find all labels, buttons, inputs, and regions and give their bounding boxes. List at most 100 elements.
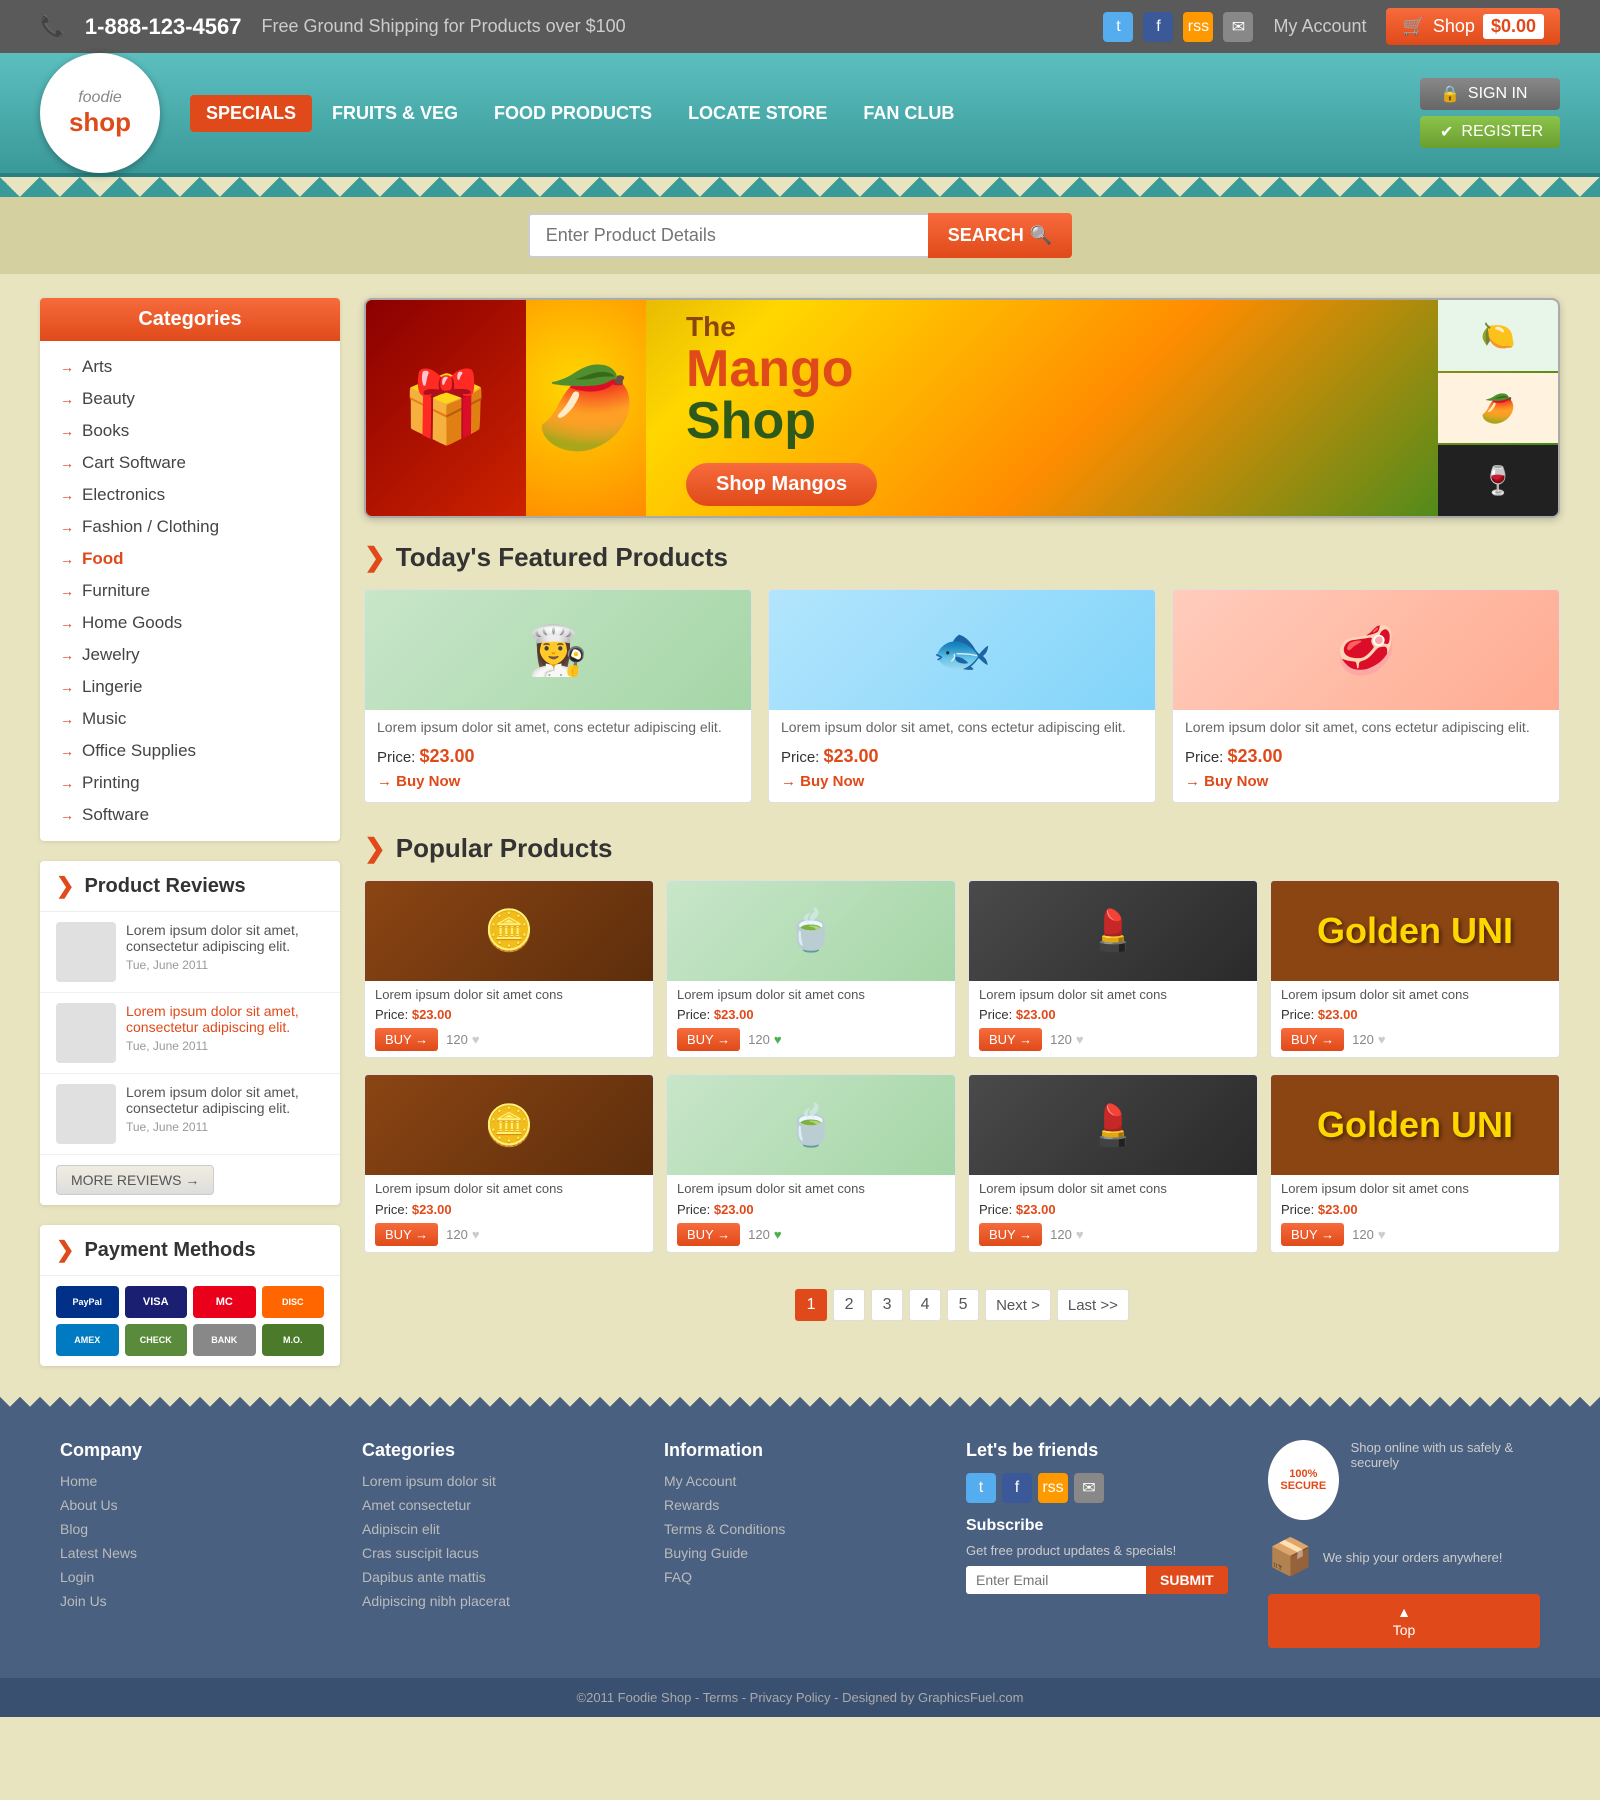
back-to-top-button[interactable]: ▲ Top bbox=[1268, 1594, 1540, 1648]
cat-printing[interactable]: → Printing bbox=[40, 767, 340, 799]
pop-actions-5: BUY → 120 ♥ bbox=[365, 1219, 653, 1252]
subscribe-desc: Get free product updates & specials! bbox=[966, 1543, 1238, 1558]
hero-shop-button[interactable]: Shop Mangos bbox=[686, 463, 877, 506]
nav-specials[interactable]: SPECIALS bbox=[190, 95, 312, 132]
pop-price-7: Price: $23.00 bbox=[969, 1200, 1257, 1219]
cart-button[interactable]: 🛒 Shop $0.00 bbox=[1386, 8, 1560, 45]
my-account-link[interactable]: My Account bbox=[1273, 16, 1366, 37]
footer-email[interactable]: ✉ bbox=[1074, 1473, 1104, 1503]
footer-secure-col: 100% SECURE Shop online with us safely &… bbox=[1268, 1440, 1540, 1648]
cat-fashion[interactable]: → Fashion / Clothing bbox=[40, 511, 340, 543]
pop-desc-7: Lorem ipsum dolor sit amet cons bbox=[969, 1175, 1257, 1200]
footer-buying[interactable]: Buying Guide bbox=[664, 1545, 748, 1561]
cat-software[interactable]: → Software bbox=[40, 799, 340, 831]
pop-buy-1[interactable]: BUY → bbox=[375, 1028, 438, 1051]
footer-cat-6: Adipiscing nibh placerat bbox=[362, 1593, 510, 1609]
pop-buy-5[interactable]: BUY → bbox=[375, 1223, 438, 1246]
payment-title: Payment Methods bbox=[84, 1239, 255, 1262]
cat-books[interactable]: → Books bbox=[40, 415, 340, 447]
pop-desc-6: Lorem ipsum dolor sit amet cons bbox=[667, 1175, 955, 1200]
footer-about[interactable]: About Us bbox=[60, 1497, 118, 1513]
footer-login[interactable]: Login bbox=[60, 1569, 94, 1585]
rss-icon[interactable]: rss bbox=[1183, 12, 1213, 42]
nav-fruits[interactable]: FRUITS & VEG bbox=[316, 95, 474, 132]
cat-office-supplies[interactable]: → Office Supplies bbox=[40, 735, 340, 767]
nav-locate[interactable]: LOCATE STORE bbox=[672, 95, 843, 132]
pop-buy-3[interactable]: BUY → bbox=[979, 1028, 1042, 1051]
featured-product-2: 🐟 Lorem ipsum dolor sit amet, cons ectet… bbox=[768, 589, 1156, 803]
featured-desc-1: Lorem ipsum dolor sit amet, cons ectetur… bbox=[365, 710, 751, 742]
cat-furniture[interactable]: → Furniture bbox=[40, 575, 340, 607]
register-button[interactable]: ✔ REGISTER bbox=[1420, 116, 1560, 148]
main-nav: SPECIALS FRUITS & VEG FOOD PRODUCTS LOCA… bbox=[190, 95, 1420, 132]
twitter-icon[interactable]: t bbox=[1103, 12, 1133, 42]
pop-img-8: Golden UNI bbox=[1271, 1075, 1559, 1175]
cat-lingerie[interactable]: → Lingerie bbox=[40, 671, 340, 703]
hero-mango: 🥭 bbox=[526, 300, 646, 516]
subscribe-email-input[interactable] bbox=[966, 1566, 1146, 1594]
heart-2: ♥ bbox=[774, 1032, 782, 1047]
footer-faq[interactable]: FAQ bbox=[664, 1569, 692, 1585]
cat-electronics[interactable]: → Electronics bbox=[40, 479, 340, 511]
pop-buy-7[interactable]: BUY → bbox=[979, 1223, 1042, 1246]
cat-music[interactable]: → Music bbox=[40, 703, 340, 735]
sign-in-button[interactable]: 🔒 SIGN IN bbox=[1420, 78, 1560, 110]
popular-product-3: 💄 Lorem ipsum dolor sit amet cons Price:… bbox=[968, 880, 1258, 1059]
featured-buy-3[interactable]: → Buy Now bbox=[1173, 771, 1559, 792]
footer-facebook[interactable]: f bbox=[1002, 1473, 1032, 1503]
categories-title: Categories bbox=[40, 298, 340, 341]
featured-buy-2[interactable]: → Buy Now bbox=[769, 771, 1155, 792]
page-5[interactable]: 5 bbox=[947, 1289, 979, 1321]
pop-buy-8[interactable]: BUY → bbox=[1281, 1223, 1344, 1246]
footer-news[interactable]: Latest News bbox=[60, 1545, 137, 1561]
pop-buy-6[interactable]: BUY → bbox=[677, 1223, 740, 1246]
footer-twitter[interactable]: t bbox=[966, 1473, 996, 1503]
sidebar: Categories → Arts → Beauty → Books → Car… bbox=[40, 298, 340, 1366]
footer-blog[interactable]: Blog bbox=[60, 1521, 88, 1537]
ship-icon: 📦 bbox=[1268, 1536, 1313, 1578]
pop-buy-2[interactable]: BUY → bbox=[677, 1028, 740, 1051]
search-button[interactable]: SEARCH 🔍 bbox=[928, 213, 1072, 258]
featured-price-2: Price: $23.00 bbox=[769, 742, 1155, 771]
paypal-icon: PayPal bbox=[56, 1286, 119, 1318]
facebook-icon[interactable]: f bbox=[1143, 12, 1173, 42]
hero-thumb-1: 🍋 bbox=[1438, 300, 1558, 371]
footer-terms[interactable]: Terms & Conditions bbox=[664, 1521, 785, 1537]
page-next[interactable]: Next > bbox=[985, 1289, 1051, 1321]
featured-price-3: Price: $23.00 bbox=[1173, 742, 1559, 771]
email-icon[interactable]: ✉ bbox=[1223, 12, 1253, 42]
footer-rewards[interactable]: Rewards bbox=[664, 1497, 719, 1513]
pop-actions-4: BUY → 120 ♥ bbox=[1271, 1024, 1559, 1057]
cat-jewelry[interactable]: → Jewelry bbox=[40, 639, 340, 671]
page-2[interactable]: 2 bbox=[833, 1289, 865, 1321]
featured-buy-1[interactable]: → Buy Now bbox=[365, 771, 751, 792]
cat-arts[interactable]: → Arts bbox=[40, 351, 340, 383]
logo[interactable]: foodie shop bbox=[40, 53, 160, 173]
cat-cart-software[interactable]: → Cart Software bbox=[40, 447, 340, 479]
ship-text: We ship your orders anywhere! bbox=[1323, 1550, 1503, 1565]
footer-rss[interactable]: rss bbox=[1038, 1473, 1068, 1503]
more-reviews-button[interactable]: MORE REVIEWS → bbox=[56, 1165, 214, 1195]
featured-img-3: 🥩 bbox=[1173, 590, 1559, 710]
search-input[interactable] bbox=[528, 213, 928, 258]
nav-food[interactable]: FOOD PRODUCTS bbox=[478, 95, 668, 132]
bank-icon: BANK bbox=[193, 1324, 256, 1356]
footer-home[interactable]: Home bbox=[60, 1473, 97, 1489]
cat-beauty[interactable]: → Beauty bbox=[40, 383, 340, 415]
subscribe-button[interactable]: SUBMIT bbox=[1146, 1566, 1228, 1594]
ship-info: 📦 We ship your orders anywhere! bbox=[1268, 1536, 1540, 1578]
pop-buy-4[interactable]: BUY → bbox=[1281, 1028, 1344, 1051]
cat-home-goods[interactable]: → Home Goods bbox=[40, 607, 340, 639]
footer-join[interactable]: Join Us bbox=[60, 1593, 107, 1609]
page-3[interactable]: 3 bbox=[871, 1289, 903, 1321]
hero-thumb-3: 🍷 bbox=[1438, 445, 1558, 516]
subscribe-label: Subscribe bbox=[966, 1517, 1238, 1535]
page-4[interactable]: 4 bbox=[909, 1289, 941, 1321]
footer-zigzag bbox=[0, 1390, 1600, 1410]
nav-fan[interactable]: FAN CLUB bbox=[847, 95, 970, 132]
cat-food[interactable]: → Food bbox=[40, 543, 340, 575]
secure-text: Shop online with us safely & securely bbox=[1351, 1440, 1540, 1470]
page-last[interactable]: Last >> bbox=[1057, 1289, 1129, 1321]
page-1[interactable]: 1 bbox=[795, 1289, 827, 1321]
footer-myaccount[interactable]: My Account bbox=[664, 1473, 736, 1489]
